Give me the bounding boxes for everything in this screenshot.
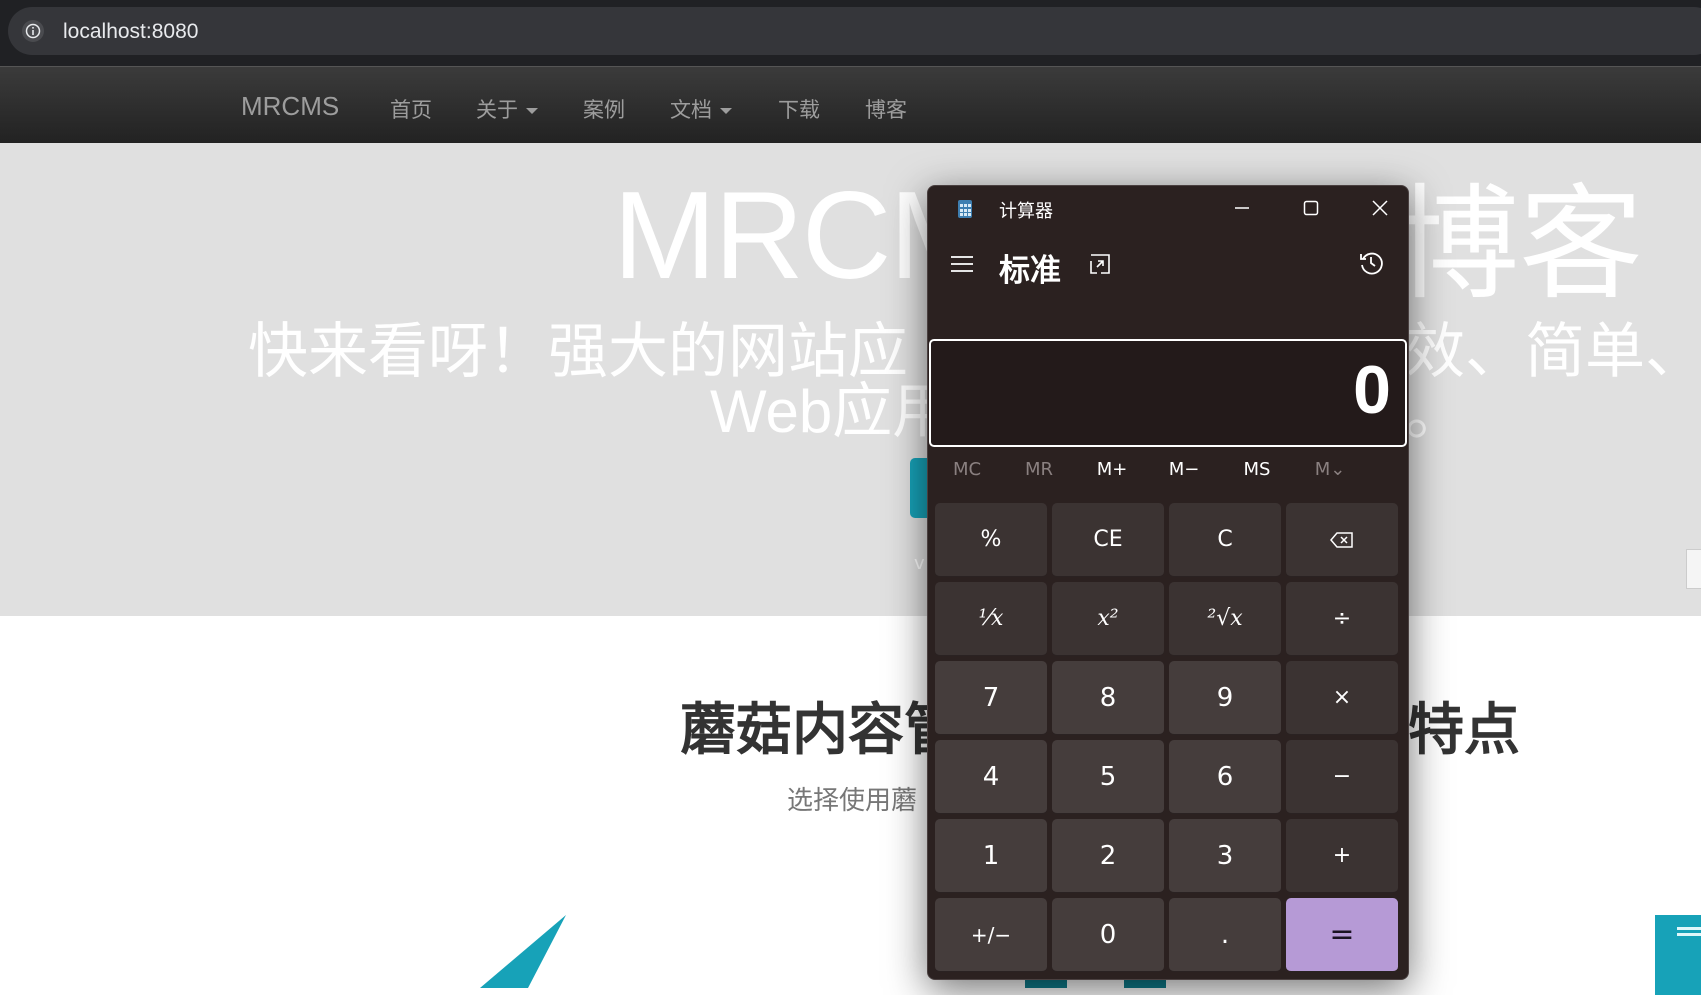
nav-item-label: 下载 bbox=[778, 98, 820, 122]
hero-title-right: 博客 bbox=[1395, 173, 1644, 317]
minimize-button[interactable] bbox=[1209, 186, 1273, 230]
digit-8-button[interactable]: 8 bbox=[1052, 661, 1164, 735]
side-feedback-tab[interactable] bbox=[1686, 549, 1701, 589]
negate-button[interactable]: +/− bbox=[935, 898, 1047, 972]
calculator-title: 计算器 bbox=[999, 201, 1053, 222]
nav-item-label: 关于 bbox=[476, 98, 518, 122]
memory-clear-button[interactable]: MC bbox=[928, 459, 1006, 480]
square-root-button[interactable]: ²√x bbox=[1169, 582, 1281, 656]
nav-item-blog[interactable]: 博客 bbox=[865, 94, 907, 124]
digit-2-button[interactable]: 2 bbox=[1052, 819, 1164, 893]
decorative-panel bbox=[1655, 915, 1701, 995]
site-navbar: MRCMS 首页 关于 案例 文档 下载 博客 bbox=[0, 66, 1701, 144]
mode-title: 标准 bbox=[999, 253, 1061, 289]
clear-entry-button[interactable]: CE bbox=[1052, 503, 1164, 577]
multiply-button[interactable]: × bbox=[1286, 661, 1398, 735]
nav-item-label: 文档 bbox=[670, 98, 712, 122]
url-text[interactable]: localhost:8080 bbox=[63, 20, 198, 44]
digit-3-button[interactable]: 3 bbox=[1169, 819, 1281, 893]
calculator-titlebar[interactable]: 计算器 bbox=[928, 186, 1408, 230]
keypad: % CE C ⅟x x² ²√x ÷ 7 8 9 × 4 5 6 − 1 2 3… bbox=[935, 503, 1401, 973]
memory-add-button[interactable]: M+ bbox=[1073, 459, 1151, 480]
digit-5-button[interactable]: 5 bbox=[1052, 740, 1164, 814]
history-icon[interactable] bbox=[1358, 250, 1384, 276]
caret-down-icon bbox=[526, 108, 538, 114]
features-title-right: 特点 bbox=[1408, 698, 1520, 763]
digit-4-button[interactable]: 4 bbox=[935, 740, 1047, 814]
add-button[interactable]: + bbox=[1286, 819, 1398, 893]
keep-on-top-icon[interactable] bbox=[1088, 252, 1112, 276]
hero-version-text: v bbox=[914, 553, 925, 574]
calculator-app-icon bbox=[958, 200, 972, 218]
reciprocal-button[interactable]: ⅟x bbox=[935, 582, 1047, 656]
backspace-button[interactable] bbox=[1286, 503, 1398, 577]
equals-button[interactable]: = bbox=[1286, 898, 1398, 972]
maximize-button[interactable] bbox=[1278, 186, 1342, 230]
memory-list-button[interactable]: M⌄ bbox=[1291, 459, 1369, 480]
nav-item-download[interactable]: 下载 bbox=[778, 94, 820, 124]
menu-icon[interactable] bbox=[950, 254, 974, 274]
nav-item-docs[interactable]: 文档 bbox=[670, 94, 732, 124]
divide-button[interactable]: ÷ bbox=[1286, 582, 1398, 656]
browser-toolbar: localhost:8080 bbox=[0, 0, 1701, 66]
square-button[interactable]: x² bbox=[1052, 582, 1164, 656]
mode-header: 标准 bbox=[928, 230, 1408, 300]
digit-6-button[interactable]: 6 bbox=[1169, 740, 1281, 814]
hero-jumbotron: MRCM 博客 快来看呀！强大的网站应 效、简单、 Web应用 。 v bbox=[0, 143, 1701, 616]
close-button[interactable] bbox=[1347, 186, 1408, 230]
memory-store-button[interactable]: MS bbox=[1218, 459, 1296, 480]
digit-1-button[interactable]: 1 bbox=[935, 819, 1047, 893]
site-info-icon[interactable] bbox=[22, 20, 44, 42]
backspace-icon bbox=[1330, 532, 1353, 548]
decorative-triangle bbox=[480, 915, 566, 988]
nav-item-label: 首页 bbox=[390, 98, 432, 122]
digit-9-button[interactable]: 9 bbox=[1169, 661, 1281, 735]
digit-7-button[interactable]: 7 bbox=[935, 661, 1047, 735]
memory-subtract-button[interactable]: M− bbox=[1145, 459, 1223, 480]
digit-0-button[interactable]: 0 bbox=[1052, 898, 1164, 972]
subtract-button[interactable]: − bbox=[1286, 740, 1398, 814]
decimal-button[interactable]: . bbox=[1169, 898, 1281, 972]
calculator-window: 计算器 标准 0 MC MR M+ M− MS M⌄ % CE C ⅟x x² … bbox=[927, 185, 1409, 980]
memory-recall-button[interactable]: MR bbox=[1000, 459, 1078, 480]
hero-subtitle-line2-right: 。 bbox=[1405, 379, 1465, 449]
calculator-display[interactable]: 0 bbox=[929, 339, 1407, 447]
brand-link[interactable]: MRCMS bbox=[241, 91, 339, 122]
display-value: 0 bbox=[1353, 352, 1391, 428]
clear-button[interactable]: C bbox=[1169, 503, 1281, 577]
percent-button[interactable]: % bbox=[935, 503, 1047, 577]
nav-item-home[interactable]: 首页 bbox=[390, 94, 432, 124]
caret-down-icon bbox=[720, 108, 732, 114]
close-icon bbox=[1372, 200, 1388, 216]
features-description: 选择使用蘑 bbox=[787, 786, 918, 816]
nav-item-about[interactable]: 关于 bbox=[476, 94, 538, 124]
address-bar[interactable]: localhost:8080 bbox=[8, 7, 1701, 55]
nav-item-cases[interactable]: 案例 bbox=[583, 94, 625, 124]
features-title: 蘑菇内容管 bbox=[680, 698, 960, 763]
nav-item-label: 博客 bbox=[865, 98, 907, 122]
minimize-icon bbox=[1235, 207, 1249, 209]
memory-row: MC MR M+ M− MS M⌄ bbox=[928, 451, 1408, 491]
nav-item-label: 案例 bbox=[583, 98, 625, 122]
maximize-icon bbox=[1303, 200, 1319, 216]
hero-subtitle-line2: Web应用 bbox=[710, 378, 953, 445]
